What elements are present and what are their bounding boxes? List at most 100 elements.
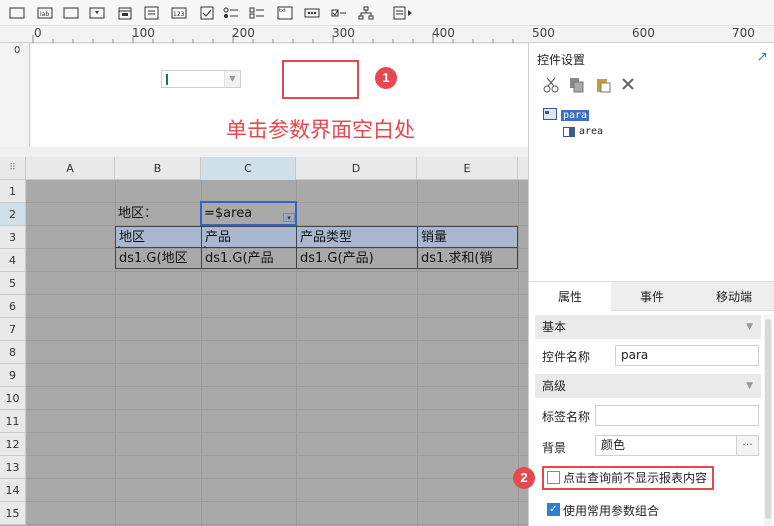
cell-dropdown-icon[interactable]: ▾	[283, 213, 295, 222]
row-header[interactable]: 2	[0, 203, 26, 226]
column-header-c[interactable]: C	[201, 157, 296, 180]
horizontal-ruler-right: 500 600 700	[528, 26, 774, 43]
grid-line	[26, 501, 528, 502]
background-field[interactable]: 颜色	[595, 435, 737, 456]
text-area-icon[interactable]: txt	[276, 4, 294, 22]
row-header[interactable]: 15	[0, 502, 26, 525]
background-label: 背景	[542, 441, 567, 455]
cell-b3[interactable]: 地区	[115, 226, 202, 248]
ruler-label: 400	[432, 26, 455, 40]
row-header[interactable]: 4	[0, 249, 26, 272]
instruction-text: 单击参数界面空白处	[226, 118, 415, 142]
select-all-icon[interactable]: ⠿	[0, 157, 26, 180]
cell-c4[interactable]: ds1.G(产品	[201, 247, 297, 269]
row-header[interactable]: 3	[0, 226, 26, 249]
step-badge-1: 1	[375, 67, 397, 89]
common-params-checkbox[interactable]: ✓	[547, 503, 560, 516]
grid-line	[26, 363, 528, 364]
tab-properties[interactable]: 属性	[529, 282, 611, 312]
checkbox-icon[interactable]	[330, 4, 348, 22]
column-header-e[interactable]: E	[417, 157, 518, 180]
check-list-icon[interactable]	[248, 4, 266, 22]
row-header[interactable]: 1	[0, 180, 26, 203]
cell-e3[interactable]: 销量	[417, 226, 518, 248]
chevron-down-icon: ▼	[746, 322, 753, 332]
password-icon[interactable]	[303, 4, 321, 22]
tree-combo-icon[interactable]	[88, 4, 106, 22]
ruler-label: 500	[532, 26, 555, 40]
label-icon[interactable]: lab	[36, 4, 54, 22]
ruler-label: 600	[632, 26, 655, 40]
section-basic[interactable]: 基本 ▼	[535, 315, 761, 339]
area-combo-widget[interactable]: ▼	[161, 70, 241, 88]
delete-icon[interactable]	[621, 77, 635, 96]
tree-node-root[interactable]: para	[543, 108, 590, 123]
text-cursor	[166, 74, 168, 85]
grid-line	[26, 386, 528, 387]
paste-icon[interactable]	[595, 77, 611, 96]
expand-marker-icon: ˚	[117, 246, 121, 255]
cell-e4[interactable]: ds1.求和(销	[417, 247, 518, 269]
grid-line	[26, 409, 528, 410]
widget-name-field[interactable]: para	[615, 345, 759, 366]
cut-icon[interactable]	[543, 77, 559, 96]
tag-name-label: 标签名称	[542, 410, 591, 424]
radio-list-icon[interactable]	[222, 4, 240, 22]
radio-group-icon[interactable]: 123	[170, 4, 188, 22]
tree-node-child[interactable]: area	[563, 126, 603, 137]
tree-node-label: para	[561, 110, 590, 121]
cell-d3[interactable]: 产品类型	[296, 226, 418, 248]
row-header[interactable]: 13	[0, 456, 26, 479]
row-header[interactable]: 6	[0, 295, 26, 318]
scrollbar-thumb[interactable]	[765, 319, 771, 519]
grid-line	[26, 478, 528, 479]
column-header-b[interactable]: B	[115, 157, 201, 180]
combo-widget-icon	[563, 126, 575, 137]
chevron-down-icon: ▼	[746, 381, 753, 391]
cell-b2[interactable]: 地区：	[115, 203, 201, 225]
row-header[interactable]: 11	[0, 410, 26, 433]
section-advanced[interactable]: 高级 ▼	[535, 374, 761, 398]
checkbox-group-icon[interactable]	[198, 4, 216, 22]
report-grid[interactable]: ⠿ A B C D E 1 2 3 4 5 6 7 8 9 10 11 12 13 14 15 地区： =$…	[0, 157, 528, 526]
text-box-icon[interactable]	[8, 4, 26, 22]
parameter-pane[interactable]: ▼ 1 单击参数界面空白处	[31, 44, 528, 147]
svg-text:txt: txt	[279, 8, 286, 14]
copy-icon[interactable]	[569, 77, 585, 96]
more-icon[interactable]	[392, 4, 414, 22]
row-header[interactable]: 7	[0, 318, 26, 341]
ruler-label: 0	[14, 45, 21, 56]
date-icon[interactable]	[116, 4, 134, 22]
chevron-down-icon[interactable]: ▼	[224, 71, 240, 87]
tab-events[interactable]: 事件	[611, 282, 693, 312]
common-params-label[interactable]: 使用常用参数组合	[563, 502, 659, 519]
row-header[interactable]: 12	[0, 433, 26, 456]
blank-area-highlight[interactable]	[282, 60, 359, 99]
row-header[interactable]: 8	[0, 341, 26, 364]
column-header-d[interactable]: D	[296, 157, 417, 180]
combo-box-icon[interactable]	[62, 4, 80, 22]
column-header-a[interactable]: A	[26, 157, 115, 180]
ruler-label: 200	[232, 26, 255, 40]
widget-toolbar: lab 123 txt	[0, 0, 774, 26]
grid-line	[26, 524, 528, 525]
tree-icon[interactable]	[357, 4, 375, 22]
widget-settings-panel: 控件设置 ↗ para area 属性 事件 移动端 基本 ▼ 控件名称 para…	[528, 43, 774, 526]
tag-name-field[interactable]	[595, 405, 759, 426]
cell-b4[interactable]: ds1.G(地区	[115, 247, 202, 269]
number-icon[interactable]	[143, 4, 161, 22]
grid-line	[26, 432, 528, 433]
widget-name-label: 控件名称	[542, 350, 591, 364]
expand-marker-icon: ˚	[203, 246, 207, 255]
row-header[interactable]: 5	[0, 272, 26, 295]
cell-d4[interactable]: ds1.G(产品)	[296, 247, 418, 269]
row-header[interactable]: 10	[0, 387, 26, 410]
tab-mobile[interactable]: 移动端	[693, 282, 774, 312]
row-header[interactable]: 9	[0, 364, 26, 387]
pin-icon[interactable]: ↗	[756, 49, 768, 65]
cell-c3[interactable]: 产品	[201, 226, 297, 248]
horizontal-ruler: 0 100 200 300 400	[0, 26, 528, 43]
row-header[interactable]: 14	[0, 479, 26, 502]
background-more-button[interactable]: ···	[737, 435, 759, 456]
panel-scrollbar[interactable]	[764, 315, 772, 525]
